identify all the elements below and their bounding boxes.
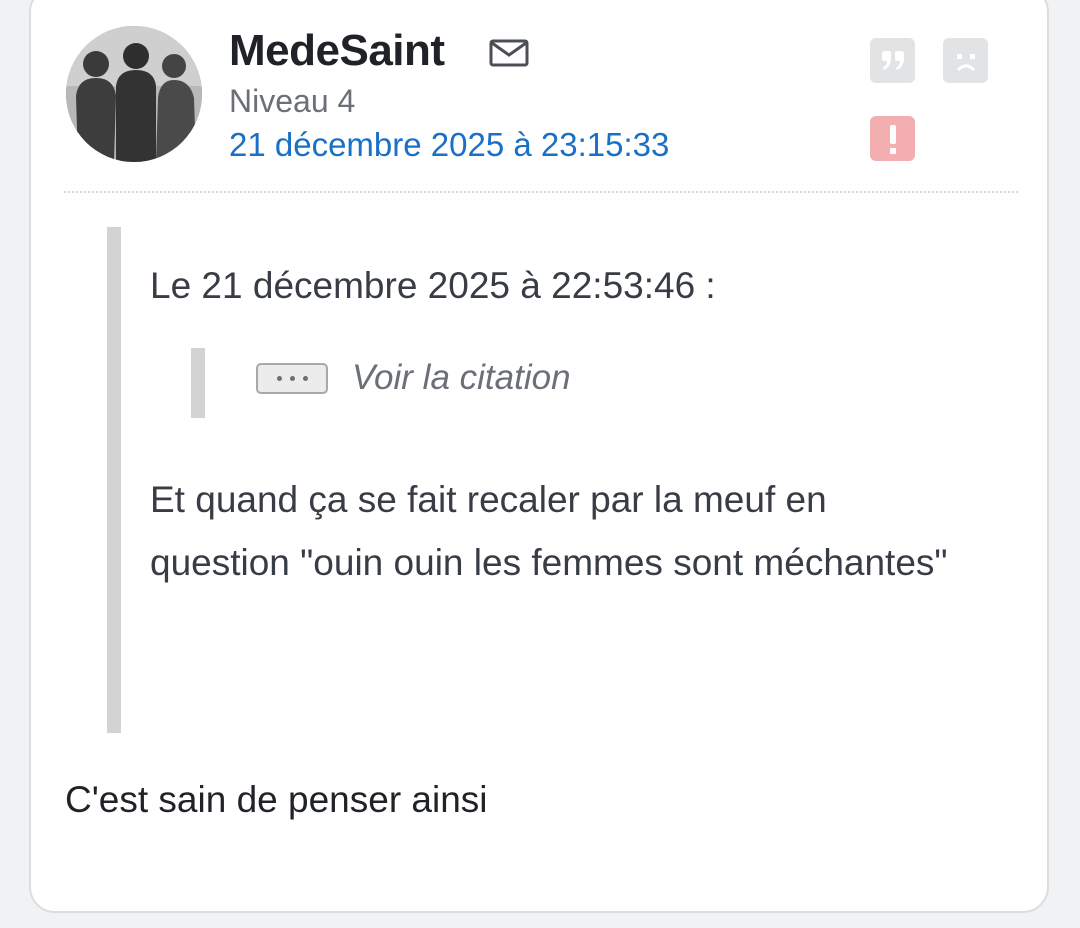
exclamation-icon (889, 124, 896, 154)
header-divider (64, 191, 1018, 193)
quote-button[interactable] (870, 38, 915, 83)
post-date-link[interactable]: 21 décembre 2025 à 23:15:33 (229, 125, 669, 165)
ellipsis-icon-dot (302, 376, 308, 381)
nested-quote: Voir la citation (191, 348, 791, 418)
ellipsis-icon-dot (289, 376, 295, 381)
avatar[interactable] (66, 26, 202, 162)
quote-icon (881, 50, 904, 70)
envelope-icon[interactable] (489, 38, 529, 68)
group-silhouette-avatar-icon (66, 26, 202, 162)
report-button[interactable] (870, 116, 915, 161)
sad-face-button[interactable] (943, 38, 988, 83)
quote-block: Le 21 décembre 2025 à 22:53:46 : Voir la… (107, 227, 987, 733)
post-message-text: C'est sain de penser ainsi (65, 779, 488, 820)
forum-post-card: MedeSaint Niveau 4 21 décembre 2025 à 23… (29, 0, 1049, 913)
quoted-message-text: Et quand ça se fait recaler par la meuf … (150, 479, 948, 583)
quote-header: Le 21 décembre 2025 à 22:53:46 : (150, 265, 716, 306)
ellipsis-icon-dot (276, 376, 282, 381)
username[interactable]: MedeSaint (229, 23, 445, 79)
sad-face-icon (956, 53, 975, 71)
view-quote-link[interactable]: Voir la citation (352, 356, 571, 400)
user-level: Niveau 4 (229, 83, 356, 119)
expand-quote-button[interactable] (256, 363, 328, 394)
